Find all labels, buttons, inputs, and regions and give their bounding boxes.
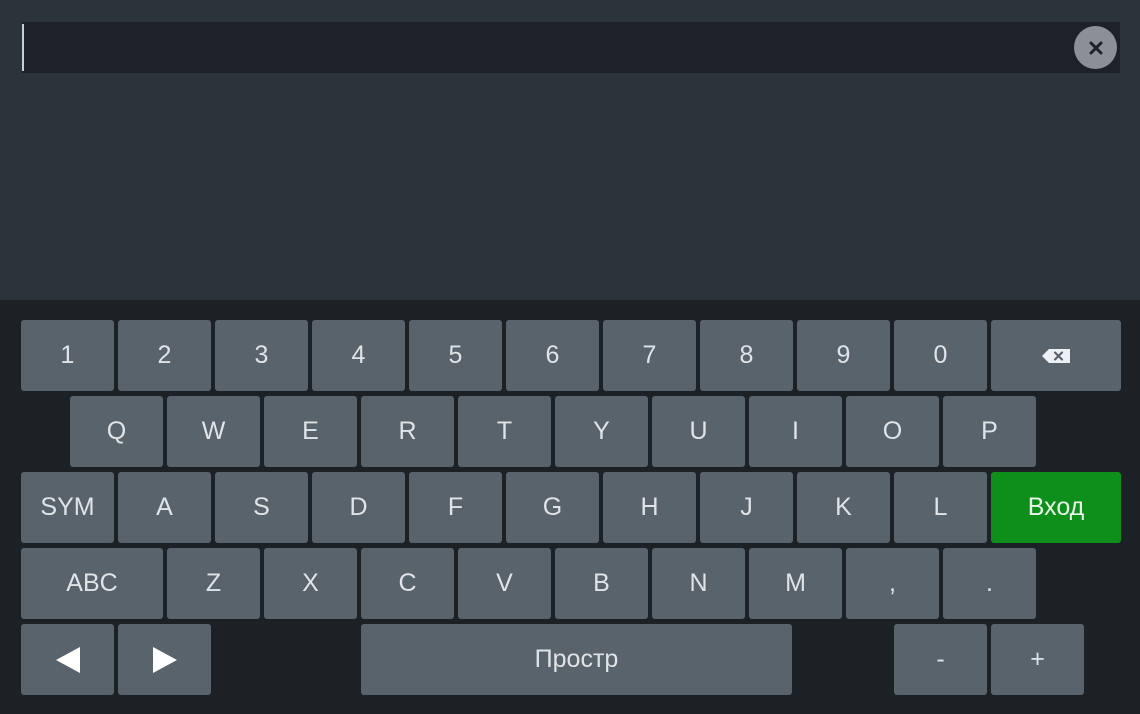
key-x[interactable]: X (264, 548, 357, 619)
key-1[interactable]: 1 (21, 320, 114, 391)
key-v[interactable]: V (458, 548, 551, 619)
key-8[interactable]: 8 (700, 320, 793, 391)
left-arrow-icon (55, 646, 80, 673)
key-i[interactable]: I (749, 396, 842, 467)
key-f[interactable]: F (409, 472, 502, 543)
key-g[interactable]: G (506, 472, 599, 543)
abc-key[interactable]: ABC (21, 548, 163, 619)
key-6[interactable]: 6 (506, 320, 599, 391)
key-o[interactable]: O (846, 396, 939, 467)
key-h[interactable]: H (603, 472, 696, 543)
on-screen-keyboard: 1 2 3 4 5 6 7 8 9 0 Q W E R T Y U I O P … (0, 300, 1140, 714)
key-q[interactable]: Q (70, 396, 163, 467)
key-z[interactable]: Z (167, 548, 260, 619)
key-0[interactable]: 0 (894, 320, 987, 391)
key-t[interactable]: T (458, 396, 551, 467)
key-k[interactable]: K (797, 472, 890, 543)
key-c[interactable]: C (361, 548, 454, 619)
enter-button[interactable]: Вход (991, 472, 1121, 543)
key-e[interactable]: E (264, 396, 357, 467)
cursor-right-button[interactable] (118, 624, 211, 695)
sym-key[interactable]: SYM (21, 472, 114, 543)
key-comma[interactable]: , (846, 548, 939, 619)
key-2[interactable]: 2 (118, 320, 211, 391)
key-a[interactable]: A (118, 472, 211, 543)
close-icon (1089, 41, 1102, 54)
key-n[interactable]: N (652, 548, 745, 619)
keyboard-screen: 1 2 3 4 5 6 7 8 9 0 Q W E R T Y U I O P … (0, 0, 1140, 714)
key-5[interactable]: 5 (409, 320, 502, 391)
text-input-field[interactable] (22, 22, 1120, 73)
key-m[interactable]: M (749, 548, 842, 619)
key-period[interactable]: . (943, 548, 1036, 619)
plus-key[interactable]: + (991, 624, 1084, 695)
key-3[interactable]: 3 (215, 320, 308, 391)
text-cursor (22, 24, 24, 71)
clear-input-button[interactable] (1074, 26, 1117, 69)
key-b[interactable]: B (555, 548, 648, 619)
key-r[interactable]: R (361, 396, 454, 467)
input-area (0, 0, 1140, 300)
key-9[interactable]: 9 (797, 320, 890, 391)
backspace-icon (1042, 348, 1070, 363)
key-j[interactable]: J (700, 472, 793, 543)
key-p[interactable]: P (943, 396, 1036, 467)
right-arrow-icon (152, 646, 177, 673)
minus-key[interactable]: - (894, 624, 987, 695)
cursor-left-button[interactable] (21, 624, 114, 695)
key-l[interactable]: L (894, 472, 987, 543)
key-y[interactable]: Y (555, 396, 648, 467)
key-d[interactable]: D (312, 472, 405, 543)
key-7[interactable]: 7 (603, 320, 696, 391)
space-key[interactable]: Простр (361, 624, 792, 695)
key-s[interactable]: S (215, 472, 308, 543)
key-w[interactable]: W (167, 396, 260, 467)
key-4[interactable]: 4 (312, 320, 405, 391)
backspace-button[interactable] (991, 320, 1121, 391)
key-u[interactable]: U (652, 396, 745, 467)
